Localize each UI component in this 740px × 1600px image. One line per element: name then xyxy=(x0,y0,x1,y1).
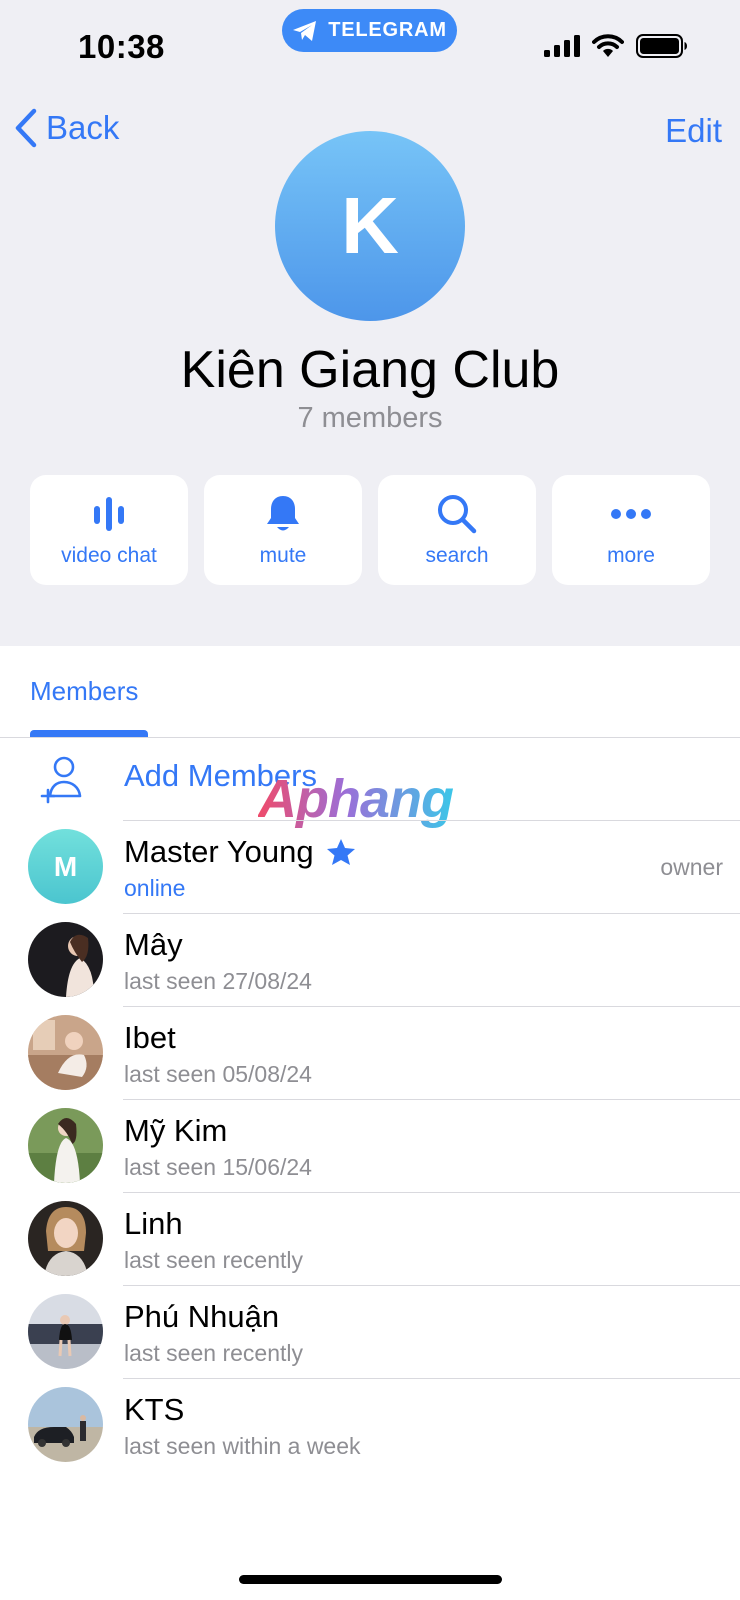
member-name-wrap: Ibet xyxy=(124,1020,176,1056)
chevron-left-icon xyxy=(15,108,37,148)
member-row[interactable]: Mỹ Kim last seen 15/06/24 xyxy=(0,1099,740,1192)
cellular-signal-icon xyxy=(544,35,580,57)
add-user-icon xyxy=(40,756,82,804)
tab-members[interactable]: Members xyxy=(30,676,138,707)
member-name: Ibet xyxy=(124,1020,176,1055)
row-separator xyxy=(123,1192,740,1193)
more-label: more xyxy=(607,544,655,567)
row-separator xyxy=(123,1285,740,1286)
avatar[interactable] xyxy=(28,1387,103,1462)
member-name: Mây xyxy=(124,927,183,962)
tab-active-indicator xyxy=(30,730,148,737)
group-avatar[interactable]: K xyxy=(275,131,465,321)
member-name-wrap: KTS xyxy=(124,1392,184,1428)
member-status: last seen 15/06/24 xyxy=(124,1154,312,1180)
member-name-wrap: Mây xyxy=(124,927,183,963)
mute-label: mute xyxy=(259,544,307,567)
back-label: Back xyxy=(46,109,120,146)
more-button[interactable]: more xyxy=(552,475,710,585)
avatar-photo xyxy=(28,1294,103,1369)
avatar[interactable] xyxy=(28,1294,103,1369)
member-row[interactable]: KTS last seen within a week xyxy=(0,1378,740,1471)
member-name: KTS xyxy=(124,1392,185,1427)
member-status: last seen 05/08/24 xyxy=(124,1061,312,1087)
member-name-wrap: Linh xyxy=(124,1206,183,1242)
row-separator xyxy=(123,1378,740,1379)
battery-icon xyxy=(636,34,687,58)
avatar[interactable]: M xyxy=(28,829,103,904)
telegram-app-pill[interactable]: TELEGRAM xyxy=(282,9,457,52)
avatar-photo xyxy=(28,1015,103,1090)
avatar-initial: M xyxy=(28,829,103,904)
home-indicator[interactable] xyxy=(239,1575,502,1584)
member-name: Master Young xyxy=(124,834,314,869)
mute-button[interactable]: mute xyxy=(204,475,362,585)
member-row[interactable]: Linh last seen recently xyxy=(0,1192,740,1285)
star-icon xyxy=(326,839,355,865)
avatar[interactable] xyxy=(28,1201,103,1276)
audio-wave-icon xyxy=(94,497,124,531)
avatar[interactable] xyxy=(28,1015,103,1090)
telegram-pill-label: TELEGRAM xyxy=(328,19,447,41)
divider xyxy=(0,737,740,738)
ellipsis-icon xyxy=(611,509,651,519)
member-name-wrap: Phú Nhuận xyxy=(124,1299,279,1335)
wifi-icon xyxy=(592,34,624,57)
avatar-photo xyxy=(28,1108,103,1183)
member-row[interactable]: M Master Young online owner xyxy=(0,820,740,913)
group-title: Kiên Giang Club xyxy=(180,341,560,399)
search-label: search xyxy=(425,544,489,567)
member-name-wrap: Mỹ Kim xyxy=(124,1113,227,1149)
member-name: Linh xyxy=(124,1206,183,1241)
search-button[interactable]: search xyxy=(378,475,536,585)
member-status: last seen recently xyxy=(124,1340,303,1366)
search-icon xyxy=(438,495,477,534)
members-list: M Master Young online owner Mây last see… xyxy=(0,820,740,1471)
back-button[interactable]: Back xyxy=(14,108,119,148)
member-name: Phú Nhuận xyxy=(124,1299,280,1334)
action-buttons: video chat mute search more xyxy=(30,475,710,585)
avatar-photo xyxy=(28,1387,103,1462)
member-status: last seen 27/08/24 xyxy=(124,968,312,994)
bell-icon xyxy=(267,496,299,531)
row-separator xyxy=(123,1006,740,1007)
member-row[interactable]: Mây last seen 27/08/24 xyxy=(0,913,740,1006)
avatar-photo xyxy=(28,1201,103,1276)
avatar[interactable] xyxy=(28,922,103,997)
member-role: owner xyxy=(660,854,723,880)
edit-button[interactable]: Edit xyxy=(665,112,722,150)
status-time: 10:38 xyxy=(78,28,165,65)
member-name: Mỹ Kim xyxy=(124,1113,228,1148)
member-status: last seen within a week xyxy=(124,1433,361,1459)
member-row[interactable]: Ibet last seen 05/08/24 xyxy=(0,1006,740,1099)
video-chat-button[interactable]: video chat xyxy=(30,475,188,585)
member-status: last seen recently xyxy=(124,1247,303,1273)
member-name-wrap: Master Young xyxy=(124,834,356,870)
row-separator xyxy=(123,913,740,914)
avatar[interactable] xyxy=(28,1108,103,1183)
member-row[interactable]: Phú Nhuận last seen recently xyxy=(0,1285,740,1378)
status-icons xyxy=(544,34,688,58)
member-status: online xyxy=(124,875,186,901)
video-chat-label: video chat xyxy=(61,544,157,567)
row-separator xyxy=(123,1099,740,1100)
row-separator xyxy=(123,820,740,821)
telegram-plane-icon xyxy=(293,20,317,41)
avatar-photo xyxy=(28,922,103,997)
member-count: 7 members xyxy=(297,402,443,434)
